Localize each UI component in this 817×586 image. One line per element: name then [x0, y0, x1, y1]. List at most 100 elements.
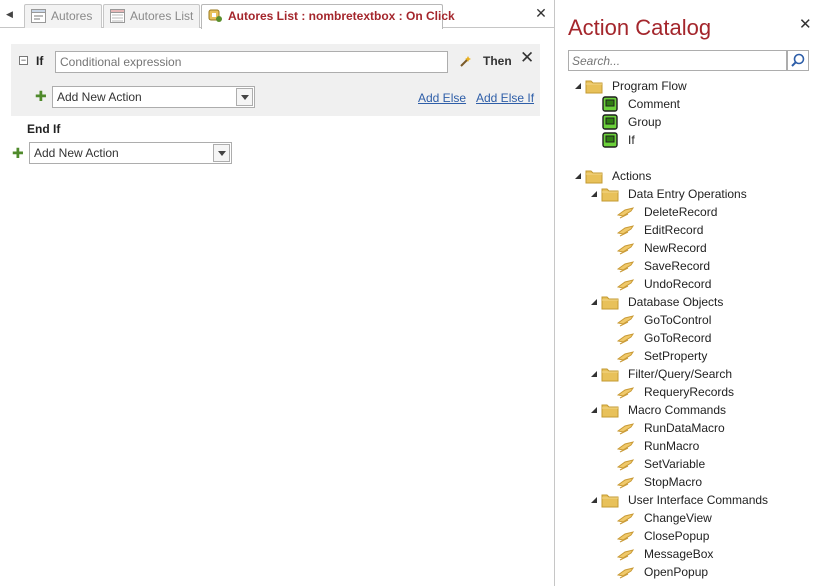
tree-expander-icon[interactable]	[591, 191, 597, 197]
tab-label: Autores List : nombretextbox : On Click	[228, 9, 455, 23]
tree-item-comment[interactable]: Comment	[555, 95, 817, 113]
tree-item-label: ChangeView	[644, 511, 712, 525]
tree-item-gotorecord[interactable]: GoToRecord	[555, 329, 817, 347]
tree-item-label: Comment	[628, 97, 681, 111]
combo-dropdown-button[interactable]	[236, 88, 253, 106]
tab-on-click-macro[interactable]: Autores List : nombretextbox : On Click	[201, 4, 455, 29]
action-icon	[616, 222, 635, 238]
catalog-search-input[interactable]	[568, 50, 787, 71]
add-new-action-combo[interactable]: Add New Action	[29, 142, 232, 164]
tree-item-label: EditRecord	[644, 223, 704, 237]
combo-dropdown-button[interactable]	[213, 144, 230, 162]
close-document-icon[interactable]: ✕	[534, 6, 548, 20]
tree-item-label: RunDataMacro	[644, 421, 725, 435]
tree-expander-icon[interactable]	[591, 299, 597, 305]
tree-item-gotocontrol[interactable]: GoToControl	[555, 311, 817, 329]
tree-item-if[interactable]: If	[555, 131, 817, 149]
action-icon	[616, 474, 635, 490]
tree-item-label: GoToRecord	[644, 331, 712, 345]
action-icon	[616, 348, 635, 364]
condition-input[interactable]	[55, 51, 448, 73]
if-block: − If Then ✕ ✚ Add New Action Add Else Ad…	[11, 44, 540, 116]
tree-item-label: RequeryRecords	[644, 385, 735, 399]
folder-icon	[601, 294, 619, 310]
tree-item-label: DeleteRecord	[644, 205, 718, 219]
tree-item-editrecord[interactable]: EditRecord	[555, 221, 817, 239]
delete-if-icon[interactable]: ✕	[520, 49, 534, 66]
tree-item-label: RunMacro	[644, 439, 700, 453]
tree-folder-program-flow[interactable]: Program Flow	[555, 77, 817, 95]
tree-expander-icon[interactable]	[575, 173, 581, 179]
tree-item-label: Database Objects	[628, 295, 724, 309]
tree-expander-icon[interactable]	[591, 371, 597, 377]
search-icon	[791, 53, 805, 67]
tree-item-setvariable[interactable]: SetVariable	[555, 455, 817, 473]
tab-scroll-left-icon[interactable]: ◀	[6, 8, 14, 20]
tree-folder-filter-query-search[interactable]: Filter/Query/Search	[555, 365, 817, 383]
tree-item-label: NewRecord	[644, 241, 707, 255]
tree-item-newrecord[interactable]: NewRecord	[555, 239, 817, 257]
add-icon: ✚	[12, 145, 24, 161]
collapse-if-icon[interactable]: −	[19, 56, 28, 65]
tree-item-label: Group	[628, 115, 662, 129]
tree-item-requeryrecords[interactable]: RequeryRecords	[555, 383, 817, 401]
search-button[interactable]	[787, 50, 809, 71]
folder-icon	[601, 186, 619, 202]
tree-item-label: OpenPopup	[644, 565, 709, 579]
tree-item-saverecord[interactable]: SaveRecord	[555, 257, 817, 275]
expression-builder-icon[interactable]	[459, 54, 473, 68]
tree-item-stopmacro[interactable]: StopMacro	[555, 473, 817, 491]
tree-folder-macro-commands[interactable]: Macro Commands	[555, 401, 817, 419]
chevron-down-icon	[241, 95, 249, 100]
if-add-action-combo[interactable]: Add New Action	[52, 86, 255, 108]
end-if-label: End If	[27, 122, 61, 136]
tree-item-label: Filter/Query/Search	[628, 367, 733, 381]
tree-item-undorecord[interactable]: UndoRecord	[555, 275, 817, 293]
tree-item-messagebox[interactable]: MessageBox	[555, 545, 817, 563]
action-icon	[616, 240, 635, 256]
program-flow-icon	[601, 114, 619, 130]
action-icon	[616, 276, 635, 292]
action-icon	[616, 546, 635, 562]
tree-expander-icon[interactable]	[591, 407, 597, 413]
add-else-if-link[interactable]: Add Else If	[476, 91, 534, 105]
tree-folder-data-entry-operations[interactable]: Data Entry Operations	[555, 185, 817, 203]
tree-folder-actions[interactable]: Actions	[555, 167, 817, 185]
tree-expander-icon[interactable]	[591, 497, 597, 503]
action-icon	[616, 258, 635, 274]
tree-folder-user-interface-commands[interactable]: User Interface Commands	[555, 491, 817, 509]
action-icon	[616, 528, 635, 544]
tree-item-label: ClosePopup	[644, 529, 710, 543]
tree-item-deleterecord[interactable]: DeleteRecord	[555, 203, 817, 221]
add-else-link[interactable]: Add Else	[418, 91, 466, 105]
action-icon	[616, 456, 635, 472]
folder-icon	[585, 78, 603, 94]
tree-item-group[interactable]: Group	[555, 113, 817, 131]
tab-autores-list[interactable]: Autores List	[103, 4, 200, 28]
tree-item-label: StopMacro	[644, 475, 703, 489]
if-keyword: If	[36, 54, 44, 68]
tab-label: Autores List	[130, 9, 194, 23]
tree-item-label: Macro Commands	[628, 403, 727, 417]
tree-item-label: Program Flow	[612, 79, 687, 93]
tree-folder-database-objects[interactable]: Database Objects	[555, 293, 817, 311]
tree-item-label: User Interface Commands	[628, 493, 769, 507]
action-icon	[616, 384, 635, 400]
tree-item-openpopup[interactable]: OpenPopup	[555, 563, 817, 581]
tree-item-closepopup[interactable]: ClosePopup	[555, 527, 817, 545]
tree-item-changeview[interactable]: ChangeView	[555, 509, 817, 527]
tree-item-label: SetProperty	[644, 349, 708, 363]
tree-item-setproperty[interactable]: SetProperty	[555, 347, 817, 365]
tree-item-runmacro[interactable]: RunMacro	[555, 437, 817, 455]
tree-item-rundatamacro[interactable]: RunDataMacro	[555, 419, 817, 437]
macro-editor: ◀ Autores Autores List Autores List: no…	[0, 0, 554, 586]
tab-autores[interactable]: Autores	[24, 4, 102, 28]
combo-text: Add New Action	[34, 146, 119, 160]
action-icon	[616, 438, 635, 454]
document-tab-bar: ◀ Autores Autores List Autores List: no…	[0, 0, 554, 29]
tree-expander-icon[interactable]	[575, 83, 581, 89]
close-catalog-icon[interactable]: ✕	[799, 17, 812, 32]
tree-item-label: Actions	[612, 169, 652, 183]
program-flow-icon	[601, 96, 619, 112]
folder-icon	[601, 492, 619, 508]
